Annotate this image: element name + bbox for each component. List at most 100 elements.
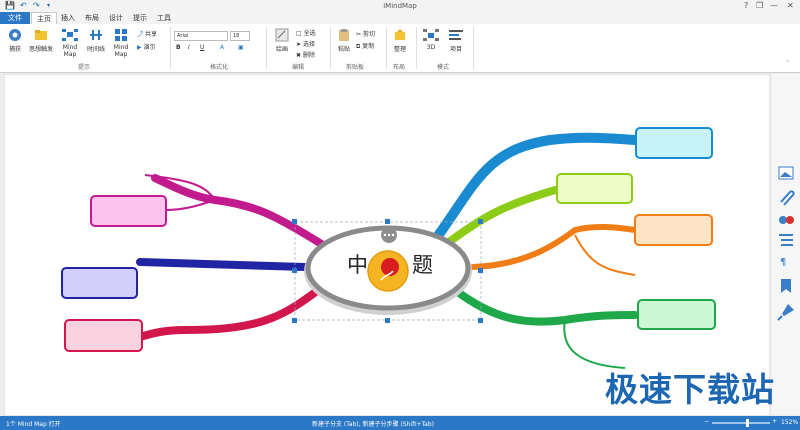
3d-icon <box>423 29 439 41</box>
topic-box-green[interactable] <box>637 299 716 330</box>
zoom-in-icon[interactable]: + <box>772 418 777 425</box>
mindmap2-button[interactable]: Mind Map <box>107 28 135 58</box>
zoom-slider[interactable] <box>712 419 770 427</box>
branch-navy[interactable] <box>136 258 309 271</box>
quick-button[interactable]: 思想触发 <box>28 28 54 53</box>
select-all-button[interactable]: □ 全选 <box>296 28 316 37</box>
delete-icon: ✖ <box>296 52 302 59</box>
delete-button[interactable]: ✖ 删除 <box>296 50 315 59</box>
resize-handle[interactable] <box>478 318 483 323</box>
project-label: 项目 <box>449 46 462 53</box>
image-library-icon[interactable] <box>778 166 794 180</box>
copy-button[interactable]: ⧉ 复制 <box>356 41 374 51</box>
mindmap-icon <box>62 29 78 41</box>
demo-label: 演示 <box>143 44 156 51</box>
cut-label: 剪切 <box>362 31 375 38</box>
dot <box>387 233 391 237</box>
style-icon[interactable] <box>779 216 794 224</box>
tab-file[interactable]: 文件 <box>0 12 30 24</box>
draw-button[interactable]: 绘画 <box>272 28 292 53</box>
branch-green-twig <box>563 319 626 369</box>
capture-button[interactable]: 捕获 <box>4 28 26 53</box>
tidy-label: 整理 <box>393 46 406 53</box>
ribbon-separator <box>330 27 331 69</box>
mindmap-grid-icon <box>115 29 127 41</box>
svg-text:¶: ¶ <box>780 257 786 268</box>
resize-handle[interactable] <box>385 318 390 323</box>
close-button[interactable]: ✕ <box>787 0 794 11</box>
font-size-select[interactable]: 18 <box>230 31 250 41</box>
mindmap-label: Mind Map <box>62 44 78 58</box>
resize-handle[interactable] <box>292 268 297 273</box>
paste-button[interactable]: 粘贴 <box>335 28 353 53</box>
quick-label: 思想触发 <box>28 46 53 53</box>
capture-icon <box>9 29 21 41</box>
tab-present[interactable]: 提示 <box>129 12 151 24</box>
italic-button[interactable]: I <box>188 44 190 51</box>
undo-icon[interactable]: ↶ <box>20 1 27 11</box>
topic-box-lime[interactable] <box>556 173 633 204</box>
tab-tools[interactable]: 工具 <box>153 12 175 24</box>
branch-orange[interactable] <box>470 224 638 270</box>
tab-insert[interactable]: 插入 <box>57 12 79 24</box>
tidy-button[interactable]: 整理 <box>390 28 410 53</box>
pin-icon[interactable] <box>777 304 794 321</box>
tab-layout[interactable]: 布局 <box>81 12 103 24</box>
topic-box-orange[interactable] <box>634 214 713 246</box>
window-title: iMindMap <box>383 2 417 10</box>
timeline-button[interactable]: 时间线 <box>85 28 107 53</box>
branch-green[interactable] <box>451 286 639 326</box>
zoom-level: 152% <box>781 419 799 426</box>
select-label: 选择 <box>302 41 315 48</box>
bookmark-icon[interactable] <box>781 279 791 293</box>
resize-handle[interactable] <box>292 318 297 323</box>
clipboard-group-label: 剪贴板 <box>346 64 365 71</box>
3d-label: 3D <box>426 44 436 51</box>
attachment-icon[interactable] <box>780 190 795 206</box>
minimize-button[interactable]: — <box>770 0 778 11</box>
dot <box>391 233 395 237</box>
format-group-label: 格式化 <box>210 64 229 71</box>
cut-button[interactable]: ✂ 剪切 <box>356 29 375 38</box>
outline-icon[interactable] <box>779 234 793 246</box>
underline-button[interactable]: U <box>200 44 204 51</box>
save-icon[interactable]: 💾 <box>5 1 15 11</box>
present-group-label: 提示 <box>78 64 91 71</box>
3d-button[interactable]: 3D <box>420 28 442 51</box>
select-button[interactable]: ➤ 选择 <box>296 39 315 48</box>
resize-handle[interactable] <box>478 268 483 273</box>
project-icon <box>449 30 463 40</box>
bold-button[interactable]: B <box>176 44 181 51</box>
resize-handle[interactable] <box>385 219 390 224</box>
restore-button[interactable]: ❐ <box>756 0 763 11</box>
select-all-icon: □ <box>296 30 302 37</box>
quick-access-dropdown-icon[interactable]: ▾ <box>47 1 50 11</box>
redo-icon[interactable]: ↷ <box>33 1 40 11</box>
font-size-value: 18 <box>233 33 240 39</box>
help-button[interactable]: ? <box>744 0 748 11</box>
mindmap-button[interactable]: Mind Map <box>56 28 84 58</box>
topic-box-cyan[interactable] <box>635 127 713 159</box>
share-button[interactable]: ⤴ 共享 <box>137 29 157 38</box>
branch-magenta[interactable] <box>151 174 327 249</box>
tab-design[interactable]: 设计 <box>105 12 127 24</box>
demo-button[interactable]: ▶ 演示 <box>137 42 156 51</box>
mindmap-canvas[interactable]: 中 题 <box>4 74 770 416</box>
notes-icon[interactable]: ¶ <box>780 257 786 268</box>
project-button[interactable]: 项目 <box>445 28 467 53</box>
ribbon: 捕获 思想触发 Mind Map 时间线 Mind Map ⤴ 共享 ▶ 演示 … <box>0 24 800 73</box>
font-name-select[interactable]: Arial <box>174 31 228 41</box>
branch-magenta-twig <box>164 199 216 211</box>
topic-box-pink[interactable] <box>90 195 167 227</box>
zoom-out-icon[interactable]: − <box>704 418 709 425</box>
fill-color-icon[interactable]: ▣ <box>238 44 244 51</box>
resize-handle[interactable] <box>292 219 297 224</box>
collapse-ribbon-icon[interactable]: ˄ <box>786 60 789 67</box>
ribbon-tabs: 文件 主页 插入 布局 设计 提示 工具 通知 5 <box>0 12 800 35</box>
topic-box-rose[interactable] <box>64 319 143 352</box>
resize-handle[interactable] <box>478 219 483 224</box>
text-color-icon[interactable]: A <box>220 44 224 51</box>
branch-crimson[interactable] <box>136 281 329 341</box>
zoom-slider-handle[interactable] <box>746 419 749 427</box>
topic-box-lavender[interactable] <box>61 267 138 299</box>
